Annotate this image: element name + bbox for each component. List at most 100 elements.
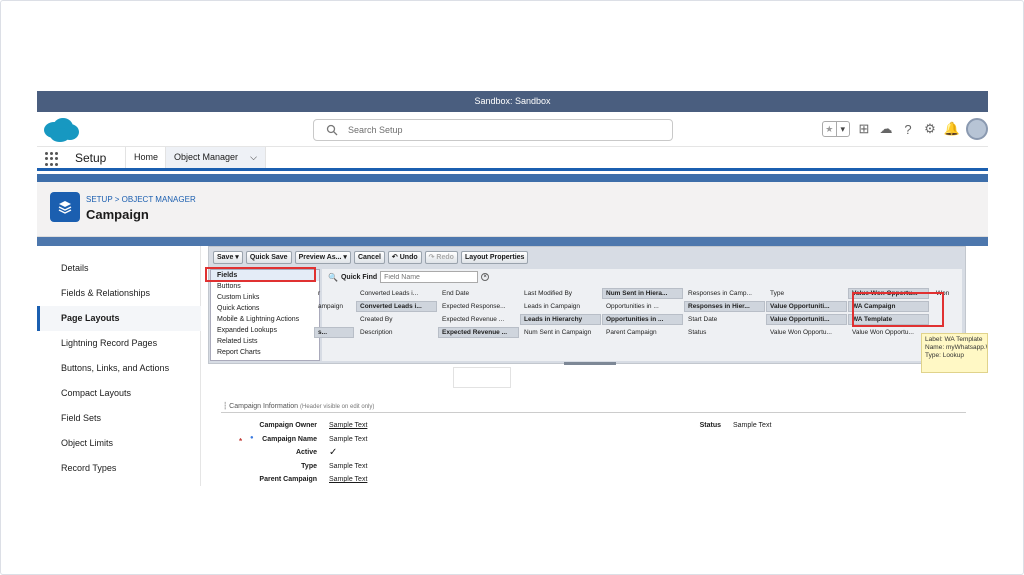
sandbox-banner: Sandbox: Sandbox <box>37 91 988 112</box>
wa-fields-highlight <box>852 292 944 327</box>
app-nav: Setup Home Object Manager ⌵ <box>37 147 988 171</box>
palette-field[interactable]: Converted Leads i... <box>356 301 437 312</box>
quick-find-input[interactable] <box>380 271 479 283</box>
toolbar-button[interactable]: ↶ Undo <box>387 251 422 264</box>
palette-field[interactable]: End Date <box>438 288 519 299</box>
palette-field[interactable]: Type <box>766 288 847 299</box>
field-label: Campaign Owner <box>259 422 317 429</box>
toolbar-button[interactable]: Preview As... ▾ <box>294 251 351 264</box>
star-icon[interactable]: ★ <box>823 122 836 136</box>
palette-field[interactable]: Responses in Hier... <box>684 301 765 312</box>
bell-icon[interactable]: 🔔 <box>944 121 960 137</box>
palette-field[interactable]: ampaign <box>314 301 354 312</box>
palette-field[interactable]: Value Won Opportu... <box>766 327 847 338</box>
palette-field[interactable]: Converted Leads i... <box>356 288 437 299</box>
sidebar-item[interactable]: Buttons, Links, and Actions <box>37 356 201 381</box>
palette-toolbar: Save ▾ Quick Save Preview As... ▾ Cancel ↶ U… <box>213 251 529 264</box>
field-value[interactable]: Sample Text <box>329 476 367 483</box>
tab-object-manager[interactable]: Object Manager ⌵ <box>165 147 266 168</box>
gear-icon[interactable]: ⚙ <box>922 121 938 137</box>
palette-category[interactable]: Quick Actions <box>211 303 319 314</box>
palette-field[interactable]: s... <box>314 327 354 338</box>
palette-field[interactable]: r <box>314 288 354 299</box>
palette-field[interactable]: Expected Revenue ... <box>438 314 519 325</box>
palette-field[interactable]: Num Sent in Campaign <box>520 327 601 338</box>
sidebar-item[interactable]: Details <box>37 256 201 281</box>
app-launcher-icon[interactable] <box>45 152 59 166</box>
search-icon: 🔍 <box>328 272 338 282</box>
palette-field[interactable]: Value Opportuniti... <box>766 314 847 325</box>
palette-field[interactable]: Expected Response... <box>438 301 519 312</box>
quick-find-label: Quick Find <box>340 273 378 281</box>
palette-field[interactable]: Value Opportuniti... <box>766 301 847 312</box>
chevron-down-icon[interactable]: ▾ <box>835 122 850 136</box>
sidebar-item[interactable]: Page Layouts <box>37 306 201 331</box>
palette-field[interactable]: Expected Revenue ... <box>438 327 519 338</box>
tab-home[interactable]: Home <box>125 147 166 168</box>
palette-field[interactable]: Created By <box>356 314 437 325</box>
sidebar-item[interactable]: Object Limits <box>37 431 201 456</box>
toolbar-button[interactable]: Quick Save <box>245 251 292 264</box>
field-value[interactable]: Sample Text <box>329 422 367 429</box>
palette-field[interactable]: Num Sent in Hiera... <box>602 288 683 299</box>
toolbar-button[interactable]: Cancel <box>353 251 385 264</box>
palette-field[interactable]: Leads in Hierarchy <box>520 314 601 325</box>
palette-categories[interactable]: Fields Buttons Custom Links Quick Actions Mo… <box>210 269 320 361</box>
field-value: ✓ <box>329 447 338 458</box>
field-label: Parent Campaign <box>259 476 317 483</box>
global-header: Search Setup ★ ▾ ⊞ ☁ ? ⚙ 🔔 <box>37 112 988 147</box>
sidebar-item[interactable]: Field Sets <box>37 406 201 431</box>
section-note: (Header visible on edit only) <box>300 404 375 410</box>
palette-category[interactable]: Related Lists <box>211 336 319 347</box>
palette-field[interactable]: Opportunities in ... <box>602 301 683 312</box>
toolbar-button[interactable]: Save ▾ <box>213 251 243 264</box>
palette-field[interactable]: Start Date <box>684 314 765 325</box>
sidebar-item[interactable]: Fields & Relationships <box>37 281 201 306</box>
palette-category[interactable]: Expanded Lookups <box>211 325 319 336</box>
palette-category[interactable]: Mobile & Lightning Actions <box>211 314 319 325</box>
palette-field[interactable]: Value Won Opportu... <box>848 327 929 338</box>
palette-category[interactable]: Custom Links <box>211 292 319 303</box>
field-label: Campaign Name <box>262 435 317 443</box>
chevron-down-icon[interactable]: ⌵ <box>250 147 257 168</box>
palette-field[interactable]: Leads in Campaign <box>520 301 601 312</box>
avatar[interactable] <box>966 118 988 140</box>
sidebar-item[interactable]: Compact Layouts <box>37 381 201 406</box>
section-title[interactable]: ┆ Campaign Information (Header visible o… <box>223 402 374 410</box>
fields-highlight <box>205 267 316 282</box>
palette-category[interactable]: Report Charts <box>211 347 319 358</box>
add-icon[interactable]: ⊞ <box>856 121 872 137</box>
sidebar-item[interactable]: Lightning Record Pages <box>37 331 201 356</box>
field-label: Type <box>301 462 317 470</box>
search-input[interactable]: Search Setup <box>313 119 673 141</box>
trailhead-icon[interactable]: ☁ <box>878 121 894 137</box>
toolbar-button[interactable]: ↷ Redo <box>424 251 458 264</box>
header-icons: ★ ▾ ⊞ ☁ ? ⚙ 🔔 <box>822 116 988 142</box>
section-divider <box>221 412 966 413</box>
section-title-text: Campaign Information <box>229 403 299 410</box>
required-icon: * <box>239 436 243 446</box>
breadcrumb[interactable]: SETUP > OBJECT MANAGER <box>86 195 196 204</box>
help-icon[interactable]: ? <box>900 121 916 137</box>
app-name: Setup <box>75 151 107 165</box>
palette-field[interactable]: Opportunities in ... <box>602 314 683 325</box>
palette-category[interactable]: Buttons <box>211 281 319 292</box>
search-placeholder: Search Setup <box>348 125 403 135</box>
main-content: Details Fields & Relationships Page Layout… <box>37 246 988 486</box>
field-label: Active <box>295 449 317 456</box>
palette-field[interactable]: Last Modified By <box>520 288 601 299</box>
palette-field[interactable]: Description <box>356 327 437 338</box>
splitter-handle[interactable] <box>564 362 616 365</box>
sidebar-item[interactable]: Record Types <box>37 456 201 481</box>
palette-field[interactable]: Status <box>684 327 765 338</box>
favorites-button[interactable]: ★ ▾ <box>822 121 850 137</box>
palette-field[interactable]: Responses in Camp... <box>684 288 765 299</box>
palette-field[interactable]: Parent Campaign <box>602 327 683 338</box>
clear-icon[interactable]: × <box>481 273 490 281</box>
tooltip-line: Name: myWhatsapp.WA_ <box>925 344 987 351</box>
salesforce-cloud-icon[interactable] <box>41 117 81 143</box>
setup-window: Sandbox: Sandbox Search Setup ★ ▾ ⊞ ☁ ? ⚙… <box>37 91 988 486</box>
toolbar-button[interactable]: Layout Properties <box>460 251 529 264</box>
drop-placeholder <box>453 367 511 388</box>
tooltip-line: Type: Lookup <box>925 352 965 359</box>
